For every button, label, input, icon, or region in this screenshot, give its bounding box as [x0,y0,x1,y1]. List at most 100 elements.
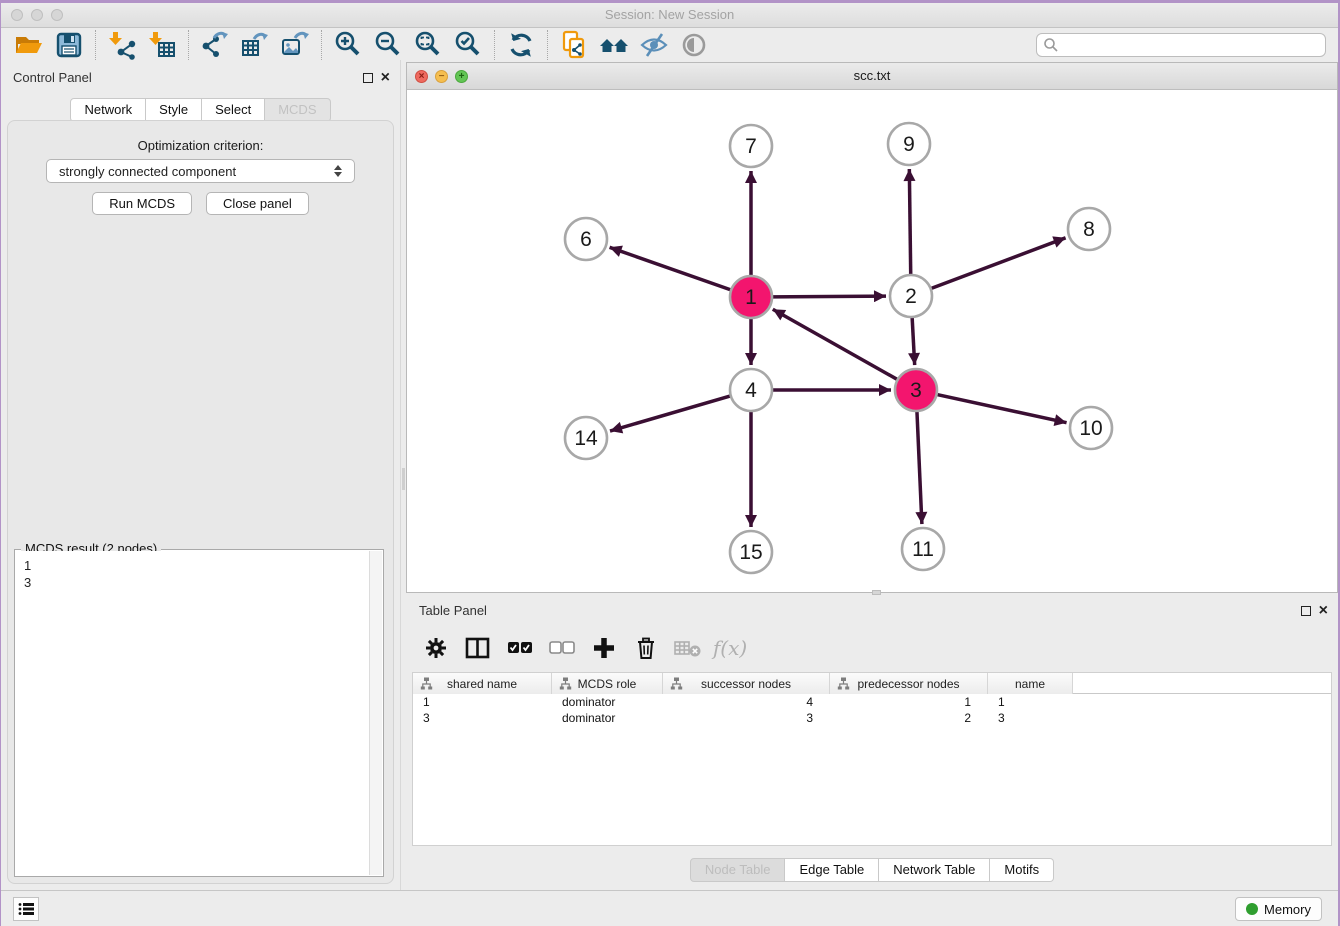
task-history-button[interactable] [13,897,39,921]
duplicate-network-button[interactable] [554,29,594,61]
table-cell[interactable]: 3 [663,710,830,726]
tab-network[interactable]: Network [70,98,146,122]
column-tree-icon [670,677,683,690]
zoom-fit-button[interactable] [408,29,448,61]
table-cell[interactable]: dominator [552,710,663,726]
float-table-panel-icon[interactable] [1301,606,1311,616]
duplicate-network-icon [559,30,589,60]
graph-node-label: 15 [739,541,762,564]
window-title: Session: New Session [1,7,1338,22]
delete-table-button-disabled [674,634,702,662]
table-cell[interactable]: 3 [988,710,1073,726]
graph-node-label: 8 [1083,218,1095,241]
column-header-MCDS-role[interactable]: MCDS role [552,673,663,694]
column-header-label: predecessor nodes [857,677,959,691]
result-scrollbar[interactable] [369,551,382,875]
network-window-titlebar: × − + scc.txt [407,63,1337,90]
table-panel: Table Panel × [406,596,1338,890]
network-view-window: × − + scc.txt 7968124314101511 [406,62,1338,593]
column-header-predecessor-nodes[interactable]: predecessor nodes [830,673,988,694]
show-graphics-button[interactable] [674,29,714,61]
table-cell[interactable]: 2 [830,710,988,726]
list-icon [18,902,34,916]
tab-edge-table[interactable]: Edge Table [785,858,879,882]
zoom-out-button[interactable] [368,29,408,61]
network-canvas[interactable]: 7968124314101511 [407,90,1337,592]
table-cell[interactable]: 4 [663,694,830,710]
graph-edge-1-6[interactable] [610,247,732,290]
column-tree-icon [420,677,433,690]
float-panel-icon[interactable] [363,73,373,83]
delete-column-button[interactable] [632,634,660,662]
open-session-button[interactable] [9,29,49,61]
graph-edge-3-1[interactable] [773,309,898,379]
graph-node-label: 4 [745,379,757,402]
search-icon [1043,37,1059,53]
graph-edge-2-3[interactable] [912,317,915,365]
close-panel-button[interactable]: Close panel [206,192,309,215]
tab-node-table[interactable]: Node Table [690,858,786,882]
table-cell[interactable]: dominator [552,694,663,710]
column-header-shared-name[interactable]: shared name [413,673,552,694]
show-column-panel-button[interactable] [464,634,492,662]
table-row[interactable]: 1dominator411 [413,694,1331,710]
graph-edge-4-14[interactable] [610,396,731,431]
table-panel-tabs: Node TableEdge TableNetwork TableMotifs [406,858,1338,882]
tab-network-table[interactable]: Network Table [879,858,990,882]
export-network-button[interactable] [195,29,235,61]
select-all-columns-button[interactable] [506,634,534,662]
column-tree-icon [559,677,572,690]
refresh-icon [506,30,536,60]
run-mcds-button[interactable]: Run MCDS [92,192,192,215]
table-settings-button[interactable] [422,634,450,662]
import-table-button[interactable] [142,29,182,61]
column-header-successor-nodes[interactable]: successor nodes [663,673,830,694]
close-table-panel-icon[interactable]: × [1319,606,1328,616]
table-cell[interactable]: 3 [413,710,552,726]
graph-edge-2-9[interactable] [909,169,910,275]
optimization-criterion-label: Optimization criterion: [8,138,393,153]
mcds-result-value: 1 [24,557,374,574]
unselect-all-columns-button[interactable] [548,634,576,662]
hide-graphics-button[interactable] [634,29,674,61]
memory-button[interactable]: Memory [1235,897,1322,921]
status-bar: Memory [1,890,1338,926]
tab-style[interactable]: Style [146,98,202,122]
tab-mcds[interactable]: MCDS [265,98,330,122]
function-builder-button-disabled: f(x) [716,634,744,662]
close-panel-icon[interactable]: × [381,73,390,83]
export-table-button[interactable] [235,29,275,61]
export-image-icon [280,30,310,60]
main-toolbar [1,28,1338,62]
splitter-grip [402,468,405,490]
toolbar-separator [547,30,548,60]
zoom-selected-button[interactable] [448,29,488,61]
save-session-button[interactable] [49,29,89,61]
tab-motifs[interactable]: Motifs [990,858,1054,882]
toolbar-separator [494,30,495,60]
table-row[interactable]: 3dominator323 [413,710,1331,726]
column-header-name[interactable]: name [988,673,1073,694]
search-box[interactable] [1036,33,1326,57]
graph-edge-3-11[interactable] [917,411,922,524]
plus-icon [592,636,616,660]
zoom-in-button[interactable] [328,29,368,61]
graph-edge-1-2[interactable] [772,296,886,297]
import-network-button[interactable] [102,29,142,61]
table-panel-title: Table Panel [419,603,487,618]
create-column-button[interactable] [590,634,618,662]
graph-edge-2-8[interactable] [931,238,1066,289]
table-cell[interactable]: 1 [413,694,552,710]
graph-edge-3-10[interactable] [937,394,1067,422]
checked-boxes-icon [507,641,533,655]
optimization-criterion-select[interactable]: strongly connected component [46,159,355,183]
tab-select[interactable]: Select [202,98,265,122]
table-cell[interactable]: 1 [988,694,1073,710]
export-image-button[interactable] [275,29,315,61]
fx-icon: f(x) [713,636,747,660]
application-window: Session: New Session [1,3,1338,926]
table-cell[interactable]: 1 [830,694,988,710]
apply-layout-button[interactable] [501,29,541,61]
show-all-networks-button[interactable] [594,29,634,61]
search-input[interactable] [1059,38,1319,52]
